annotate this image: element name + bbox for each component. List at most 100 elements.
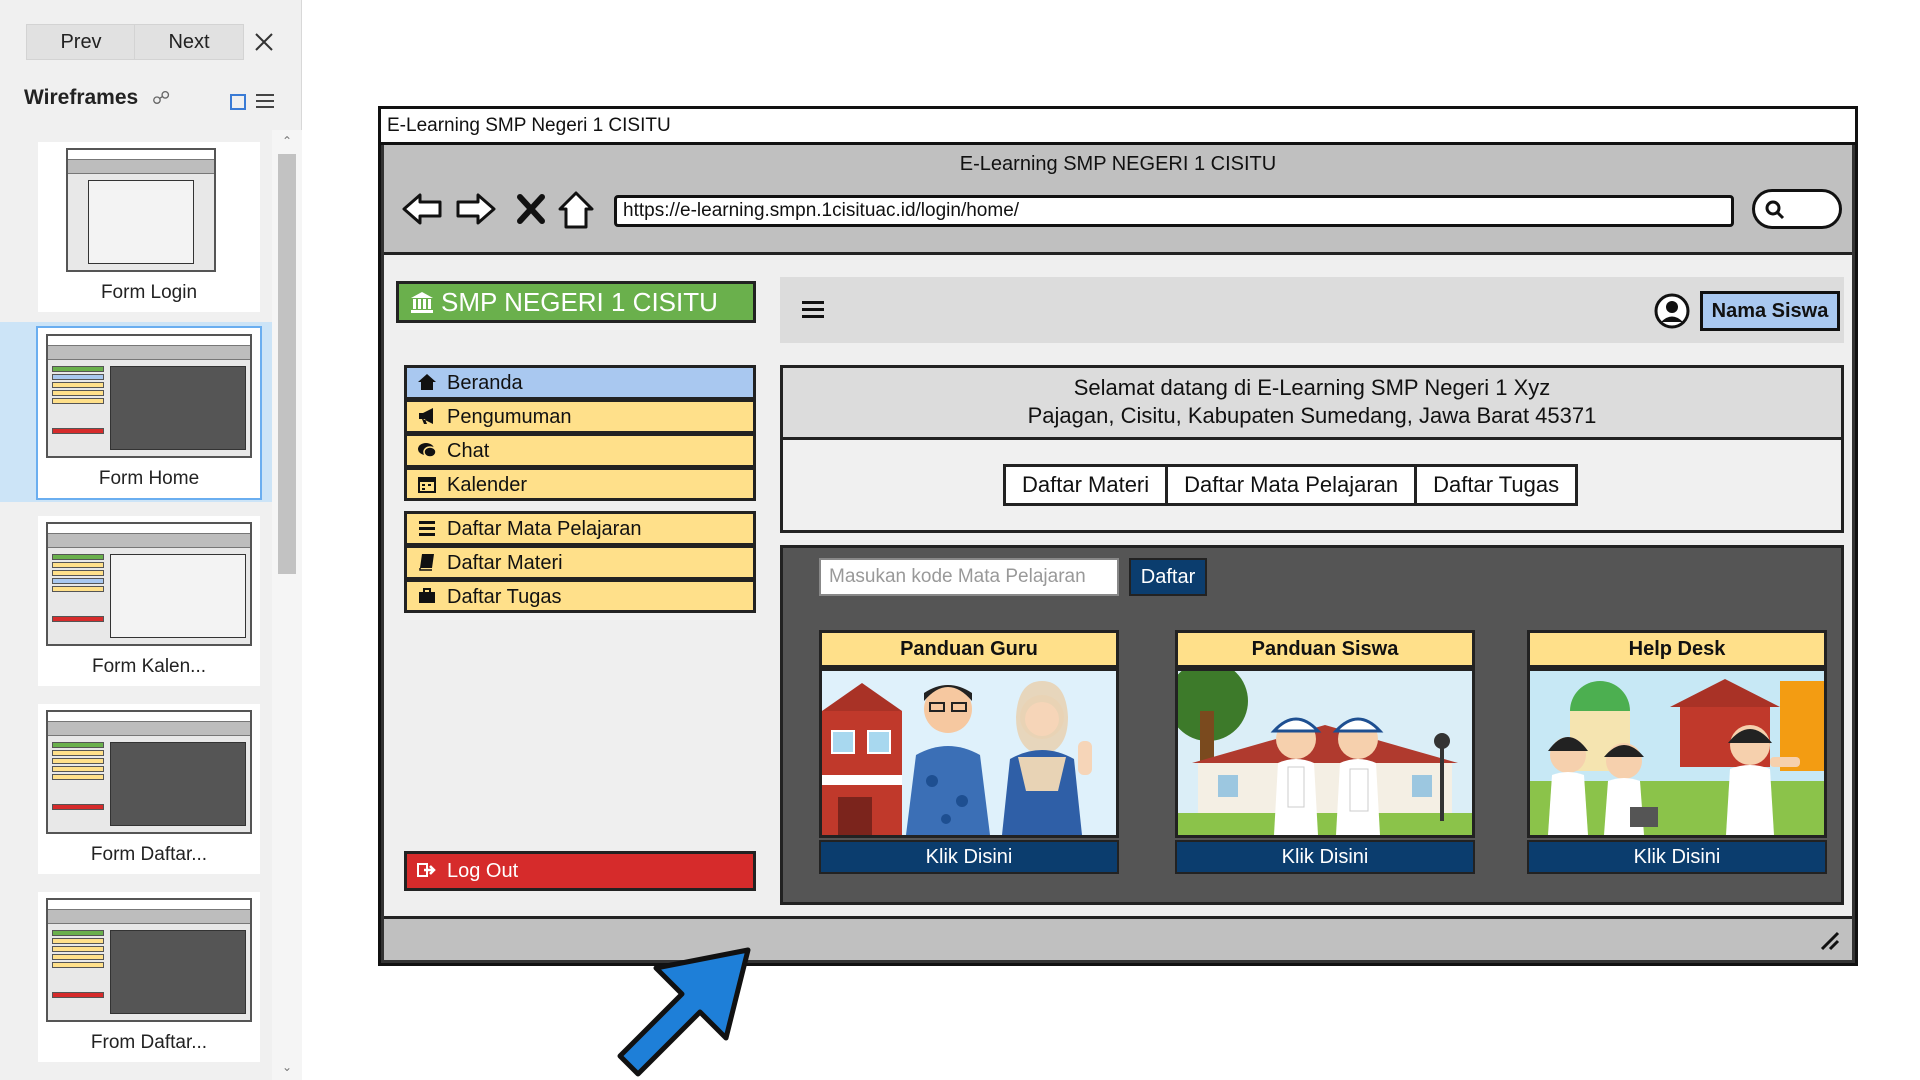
prev-button[interactable]: Prev <box>26 24 136 60</box>
stop-icon[interactable] <box>510 187 554 231</box>
megaphone-icon <box>419 408 433 424</box>
help-desk-illustration <box>1527 668 1827 838</box>
welcome-text: Selamat datang di E-Learning SMP Negeri … <box>783 368 1841 440</box>
logo-text: SMP NEGERI 1 CISITU <box>441 287 718 317</box>
menu-item-label: Daftar Tugas <box>447 586 562 608</box>
url-bar[interactable]: https://e-learning.smpn.1cisituac.id/log… <box>614 195 1734 227</box>
institution-icon <box>411 292 433 313</box>
thumbnail-label: Form Daftar... <box>90 844 208 865</box>
menu-item-kalender[interactable]: Kalender <box>404 467 756 501</box>
tab-daftar-materi[interactable]: Daftar Materi <box>1006 467 1169 503</box>
scroll-down-icon[interactable]: ⌄ <box>278 1060 296 1074</box>
card-panduan-guru: Panduan Guru Klik Disini <box>819 630 1119 876</box>
back-arrow-icon[interactable] <box>400 187 444 231</box>
scrollbar-thumb[interactable] <box>278 154 296 574</box>
tab-daftar-tugas[interactable]: Daftar Tugas <box>1417 467 1575 503</box>
hamburger-menu-icon[interactable] <box>802 301 824 319</box>
thumbnail-preview <box>46 334 252 458</box>
card-button[interactable]: Klik Disini <box>1175 840 1475 874</box>
welcome-line-1: Selamat datang di E-Learning SMP Negeri … <box>1073 375 1551 400</box>
teacher-guide-illustration <box>819 668 1119 838</box>
share-icon[interactable]: ☍ <box>152 88 170 108</box>
menu-item-label: Chat <box>447 440 490 462</box>
menu-item-daftar-mata-pelajaran[interactable]: Daftar Mata Pelajaran <box>404 511 756 545</box>
thumbnail-list: Form Login Form Home Form Kalen... Form … <box>0 130 272 1080</box>
join-course-button[interactable]: Daftar <box>1129 558 1207 596</box>
menu-item-label: Daftar Mata Pelajaran <box>447 518 642 540</box>
tab-group: Daftar Materi Daftar Mata Pelajaran Daft… <box>1003 464 1579 506</box>
browser-status-bar <box>384 916 1852 960</box>
wireframes-panel: Prev Next Wireframes ☍ Form Login Form H… <box>0 0 302 1080</box>
thumbnail-from-daftar[interactable]: From Daftar... <box>0 886 272 1066</box>
card-button[interactable]: Klik Disini <box>819 840 1119 874</box>
thumbnail-form-login[interactable]: Form Login <box>0 136 272 316</box>
thumbnail-label: Form Kalen... <box>91 656 207 677</box>
close-icon[interactable] <box>248 26 280 58</box>
menu-item-label: Kalender <box>447 474 528 496</box>
browser-toolbar: E-Learning SMP NEGERI 1 CISITU https://e… <box>384 145 1852 255</box>
scroll-up-icon[interactable]: ⌃ <box>278 134 296 148</box>
thumbnail-form-daftar[interactable]: Form Daftar... <box>0 698 272 878</box>
panel-title: Wireframes ☍ <box>24 86 170 110</box>
card-help-desk: Help Desk Klik Disini <box>1527 630 1827 876</box>
home-nav-icon[interactable] <box>554 187 598 231</box>
list-view-icon[interactable] <box>256 94 274 110</box>
thumbnail-label: Form Home <box>98 468 200 489</box>
menu-item-daftar-tugas[interactable]: Daftar Tugas <box>404 579 756 613</box>
student-name-button[interactable]: Nama Siswa <box>1700 291 1840 331</box>
panel-title-text: Wireframes <box>24 86 139 109</box>
student-guide-illustration <box>1175 668 1475 838</box>
browser-search-box[interactable] <box>1752 189 1842 229</box>
next-button[interactable]: Next <box>134 24 244 60</box>
menu-item-label: Beranda <box>447 372 523 394</box>
welcome-panel: Selamat datang di E-Learning SMP Negeri … <box>780 365 1844 533</box>
thumbnail-scrollbar[interactable]: ⌃ ⌄ <box>272 130 302 1080</box>
search-icon <box>1765 200 1785 220</box>
card-title: Panduan Siswa <box>1175 630 1475 668</box>
logout-label: Log Out <box>447 860 519 882</box>
thumbnail-preview <box>46 522 252 646</box>
home-icon <box>418 374 436 390</box>
menu-item-chat[interactable]: Chat <box>404 433 756 467</box>
menu-item-label: Pengumuman <box>447 406 572 428</box>
menu-item-pengumuman[interactable]: Pengumuman <box>404 399 756 433</box>
thumbnail-label: Form Login <box>100 282 198 303</box>
welcome-line-2: Pajagan, Cisitu, Kabupaten Sumedang, Jaw… <box>1027 403 1597 428</box>
content-topbar: Nama Siswa <box>780 277 1844 343</box>
tab-daftar-mata-pelajaran[interactable]: Daftar Mata Pelajaran <box>1168 467 1418 503</box>
thumbnail-preview <box>66 148 216 272</box>
list-menu: Daftar Mata Pelajaran Daftar Materi Daft… <box>404 511 756 613</box>
thumbnail-form-kalender[interactable]: Form Kalen... <box>0 510 272 690</box>
pointer-arrow-icon <box>617 947 751 1077</box>
window-title: E-Learning SMP Negeri 1 CISITU <box>381 109 1855 145</box>
menu-item-label: Daftar Materi <box>447 552 563 574</box>
chat-icon <box>418 443 437 458</box>
thumbnail-preview <box>46 710 252 834</box>
card-button[interactable]: Klik Disini <box>1527 840 1827 874</box>
page-title: E-Learning SMP NEGERI 1 CISITU <box>959 153 1277 175</box>
forward-arrow-icon[interactable] <box>454 187 498 231</box>
browser-frame: E-Learning SMP NEGERI 1 CISITU https://e… <box>381 145 1855 963</box>
briefcase-icon <box>419 588 435 603</box>
main-menu: Beranda Pengumuman Chat Kalender <box>404 365 756 501</box>
logout-button[interactable]: Log Out <box>404 851 756 891</box>
school-logo-bar: SMP NEGERI 1 CISITU <box>396 281 756 323</box>
mockup-window: E-Learning SMP Negeri 1 CISITU E-Learnin… <box>378 106 1858 966</box>
card-panduan-siswa: Panduan Siswa Klik Disini <box>1175 630 1475 876</box>
thumbnail-preview <box>46 898 252 1022</box>
content-panel: Masukan kode Mata Pelajaran Daftar Pandu… <box>780 545 1844 905</box>
card-title: Panduan Guru <box>819 630 1119 668</box>
thumbnail-form-home[interactable]: Form Home <box>0 322 272 502</box>
card-title: Help Desk <box>1527 630 1827 668</box>
calendar-icon <box>418 477 436 493</box>
user-avatar-icon[interactable] <box>1654 293 1690 329</box>
sign-out-icon <box>417 863 436 877</box>
book-icon <box>419 554 434 571</box>
list-icon <box>419 521 435 536</box>
thumbnail-label: From Daftar... <box>90 1032 208 1053</box>
menu-item-beranda[interactable]: Beranda <box>404 365 756 399</box>
menu-item-daftar-materi[interactable]: Daftar Materi <box>404 545 756 579</box>
resize-handle-icon[interactable] <box>1816 927 1842 953</box>
course-code-input[interactable]: Masukan kode Mata Pelajaran <box>819 558 1119 596</box>
grid-view-icon[interactable] <box>230 94 246 110</box>
